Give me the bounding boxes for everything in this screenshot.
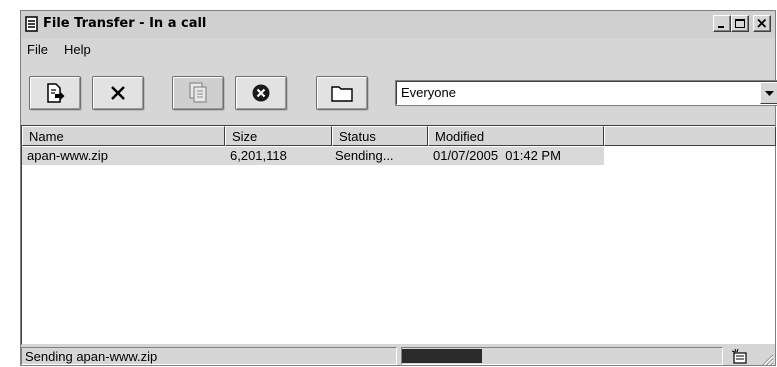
table-row[interactable]: apan-www.zip 6,201,118 Sending... 01/07/… [22, 147, 604, 165]
column-header-status[interactable]: Status [332, 126, 428, 146]
cell-name: apan-www.zip [27, 148, 108, 163]
menu-file[interactable]: File [27, 42, 48, 57]
stop-transfer-button[interactable] [235, 76, 287, 110]
dropdown-button[interactable] [760, 82, 777, 104]
recipient-selected: Everyone [401, 85, 456, 100]
cell-size: 6,201,118 [230, 148, 287, 163]
maximize-icon [735, 19, 745, 28]
status-bar: Sending apan-www.zip [21, 345, 775, 367]
open-folder-button[interactable] [316, 76, 368, 110]
column-header-name[interactable]: Name [22, 126, 225, 146]
file-transfer-icon [25, 16, 38, 32]
chevron-down-icon [765, 91, 774, 96]
close-window-button[interactable] [753, 15, 771, 32]
send-all-files-button[interactable] [172, 76, 224, 110]
column-header-filler [604, 126, 776, 146]
minimize-icon [718, 26, 724, 28]
title-bar[interactable]: File Transfer - In a call [21, 11, 775, 38]
menu-help[interactable]: Help [64, 42, 91, 57]
stop-icon [252, 84, 270, 102]
minimize-button[interactable] [713, 15, 731, 32]
status-text: Sending apan-www.zip [25, 349, 158, 364]
column-headers: Name Size Status Modified [22, 126, 776, 146]
status-text-panel: Sending apan-www.zip [21, 347, 397, 365]
cancel-transfer-button[interactable] [92, 76, 144, 110]
maximize-button[interactable] [731, 15, 749, 32]
transfer-status-icon [731, 348, 747, 364]
cell-modified: 01/07/2005 01:42 PM [433, 148, 561, 163]
file-transfer-window: File Transfer - In a call File Help Ever… [20, 10, 777, 367]
folder-icon [331, 86, 353, 102]
transfer-progress-bar [401, 347, 723, 365]
file-list[interactable]: Name Size Status Modified apan-www.zip 6… [21, 125, 776, 345]
close-x-icon [111, 86, 125, 100]
column-header-size[interactable]: Size [225, 126, 332, 146]
window-title: File Transfer - In a call [43, 16, 207, 31]
progress-fill [402, 349, 482, 363]
send-file-button[interactable] [29, 76, 81, 110]
column-header-modified[interactable]: Modified [428, 126, 604, 146]
send-file-icon [47, 83, 65, 103]
close-icon [757, 18, 767, 28]
resize-grip-icon[interactable] [760, 352, 774, 366]
recipient-dropdown[interactable]: Everyone [396, 81, 777, 105]
send-all-files-icon [189, 82, 207, 103]
cell-status: Sending... [335, 148, 394, 163]
